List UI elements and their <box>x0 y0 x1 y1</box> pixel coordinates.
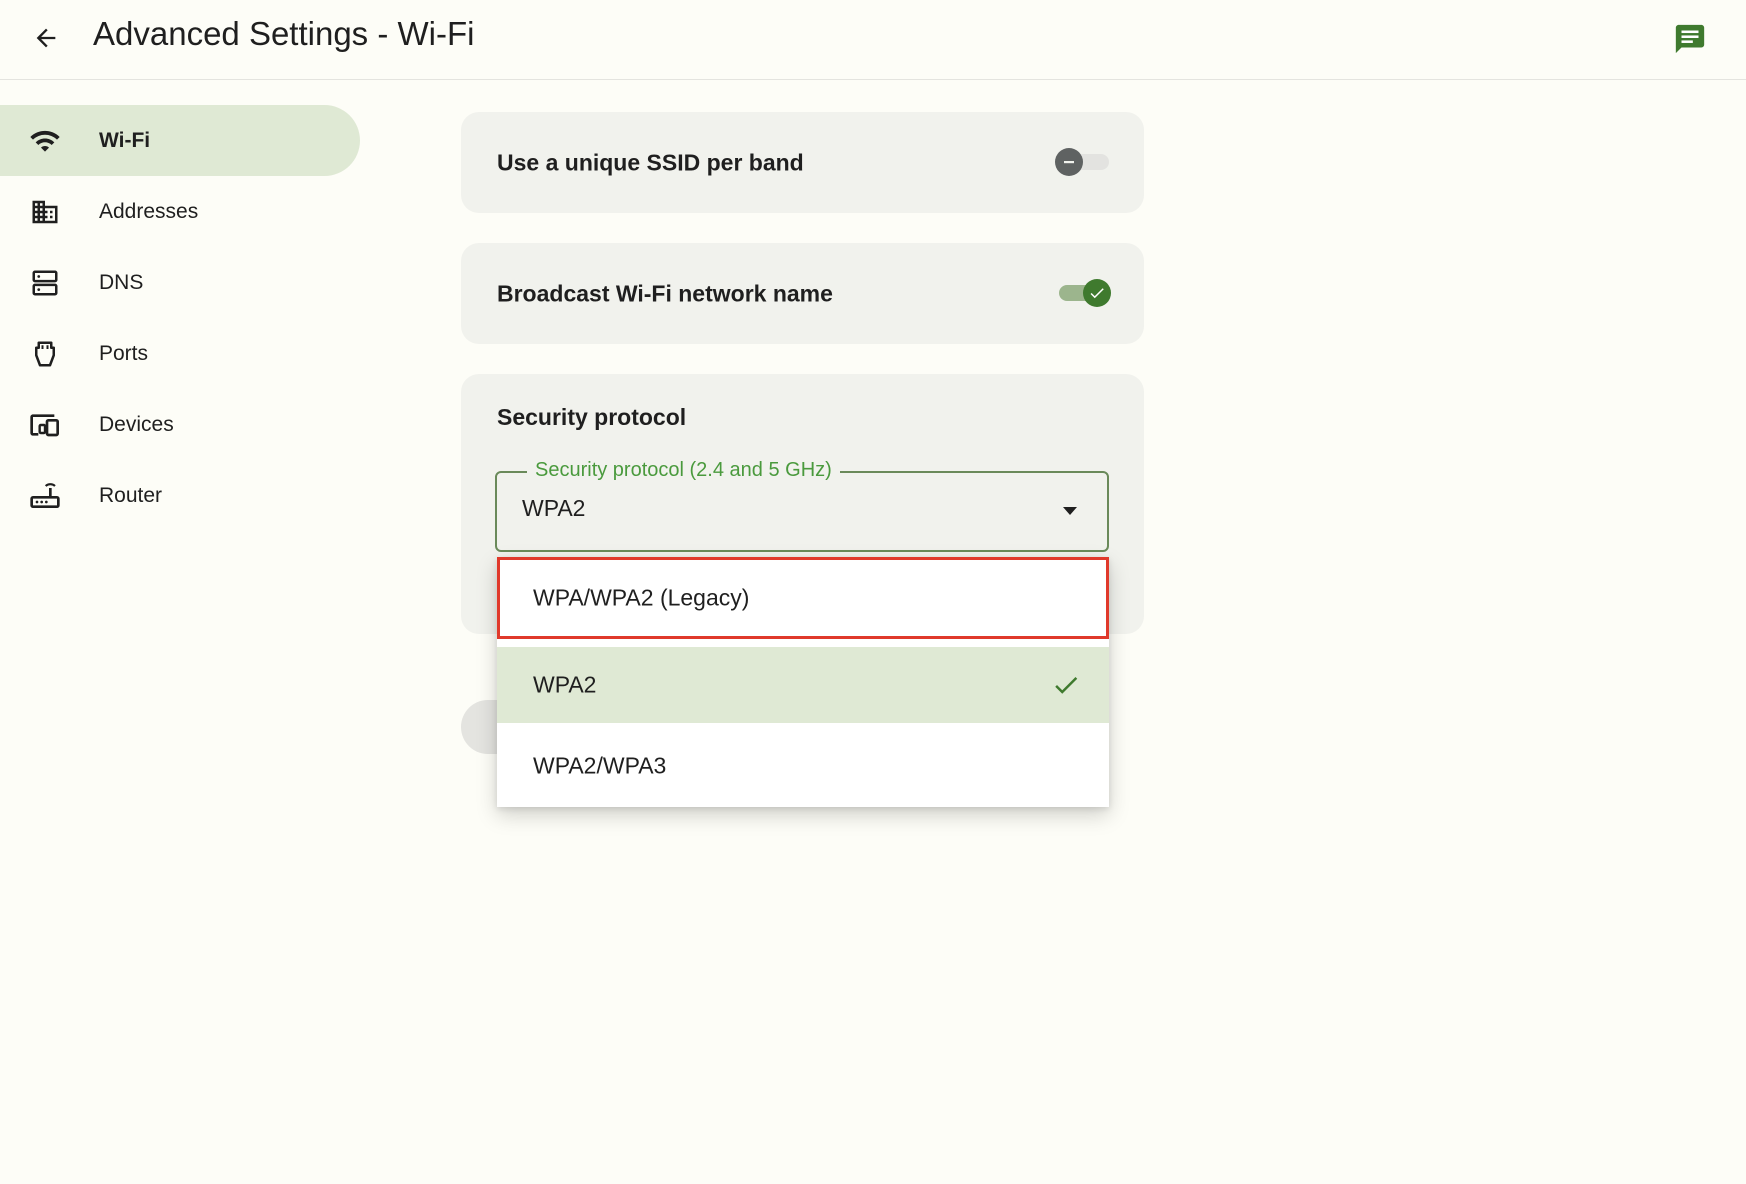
security-protocol-title: Security protocol <box>497 404 687 430</box>
security-protocol-value: WPA2 <box>522 495 586 521</box>
menu-option-wpa-wpa2-legacy[interactable]: WPA/WPA2 (Legacy) <box>497 557 1109 639</box>
menu-option-label: WPA/WPA2 (Legacy) <box>533 584 750 611</box>
sidebar-item-label: Ports <box>99 341 149 365</box>
security-protocol-select[interactable]: Security protocol (2.4 and 5 GHz) WPA2 <box>495 459 1109 552</box>
toggle-thumb <box>1083 279 1111 307</box>
sidebar-item-label: Devices <box>99 412 174 436</box>
ethernet-port-icon <box>28 337 62 371</box>
unique-ssid-toggle[interactable] <box>1055 147 1111 177</box>
feedback-chat-icon <box>1675 24 1705 54</box>
sidebar-item-addresses[interactable]: Addresses <box>0 176 362 247</box>
arrow-back-icon <box>36 28 56 48</box>
security-protocol-field-label: Security protocol (2.4 and 5 GHz) <box>527 459 840 482</box>
unique-ssid-card: Use a unique SSID per band <box>461 112 1144 213</box>
menu-option-label: WPA2/WPA3 <box>533 752 667 779</box>
sidebar-item-label: Wi-Fi <box>99 128 151 152</box>
devices-icon <box>28 408 62 442</box>
sidebar-item-label: Addresses <box>99 199 199 223</box>
menu-option-wpa2[interactable]: WPA2 <box>497 647 1109 723</box>
check-icon <box>1090 288 1104 299</box>
app-header: Advanced Settings - Wi-Fi <box>0 0 1746 80</box>
router-icon <box>28 479 62 513</box>
check-icon <box>1055 677 1078 694</box>
toggle-thumb <box>1055 148 1083 176</box>
broadcast-ssid-label: Broadcast Wi-Fi network name <box>497 280 833 306</box>
page-title: Advanced Settings - Wi-Fi <box>93 15 475 52</box>
sidebar-item-label: Router <box>99 483 163 507</box>
dropdown-arrow-icon <box>1063 507 1077 515</box>
back-button[interactable] <box>24 16 68 60</box>
minus-icon <box>1064 161 1074 164</box>
security-protocol-menu: WPA/WPA2 (Legacy) WPA2 WPA2/WPA3 <box>497 557 1109 807</box>
menu-option-label: WPA2 <box>533 671 597 698</box>
building-icon <box>28 195 62 229</box>
sidebar-nav: Wi-Fi Addresses DNS Ports Devices Router <box>0 105 362 531</box>
sidebar-item-label: DNS <box>99 270 144 294</box>
sidebar-item-router[interactable]: Router <box>0 460 362 531</box>
broadcast-ssid-card: Broadcast Wi-Fi network name <box>461 243 1144 344</box>
dns-server-icon <box>28 266 62 300</box>
feedback-button[interactable] <box>1668 17 1712 61</box>
sidebar-item-devices[interactable]: Devices <box>0 389 362 460</box>
sidebar-item-ports[interactable]: Ports <box>0 318 362 389</box>
menu-option-wpa2-wpa3[interactable]: WPA2/WPA3 <box>497 725 1109 807</box>
unique-ssid-label: Use a unique SSID per band <box>497 149 804 175</box>
sidebar-item-wifi[interactable]: Wi-Fi <box>0 105 360 176</box>
wifi-icon <box>28 124 62 158</box>
sidebar-item-dns[interactable]: DNS <box>0 247 362 318</box>
broadcast-ssid-toggle[interactable] <box>1055 278 1111 308</box>
